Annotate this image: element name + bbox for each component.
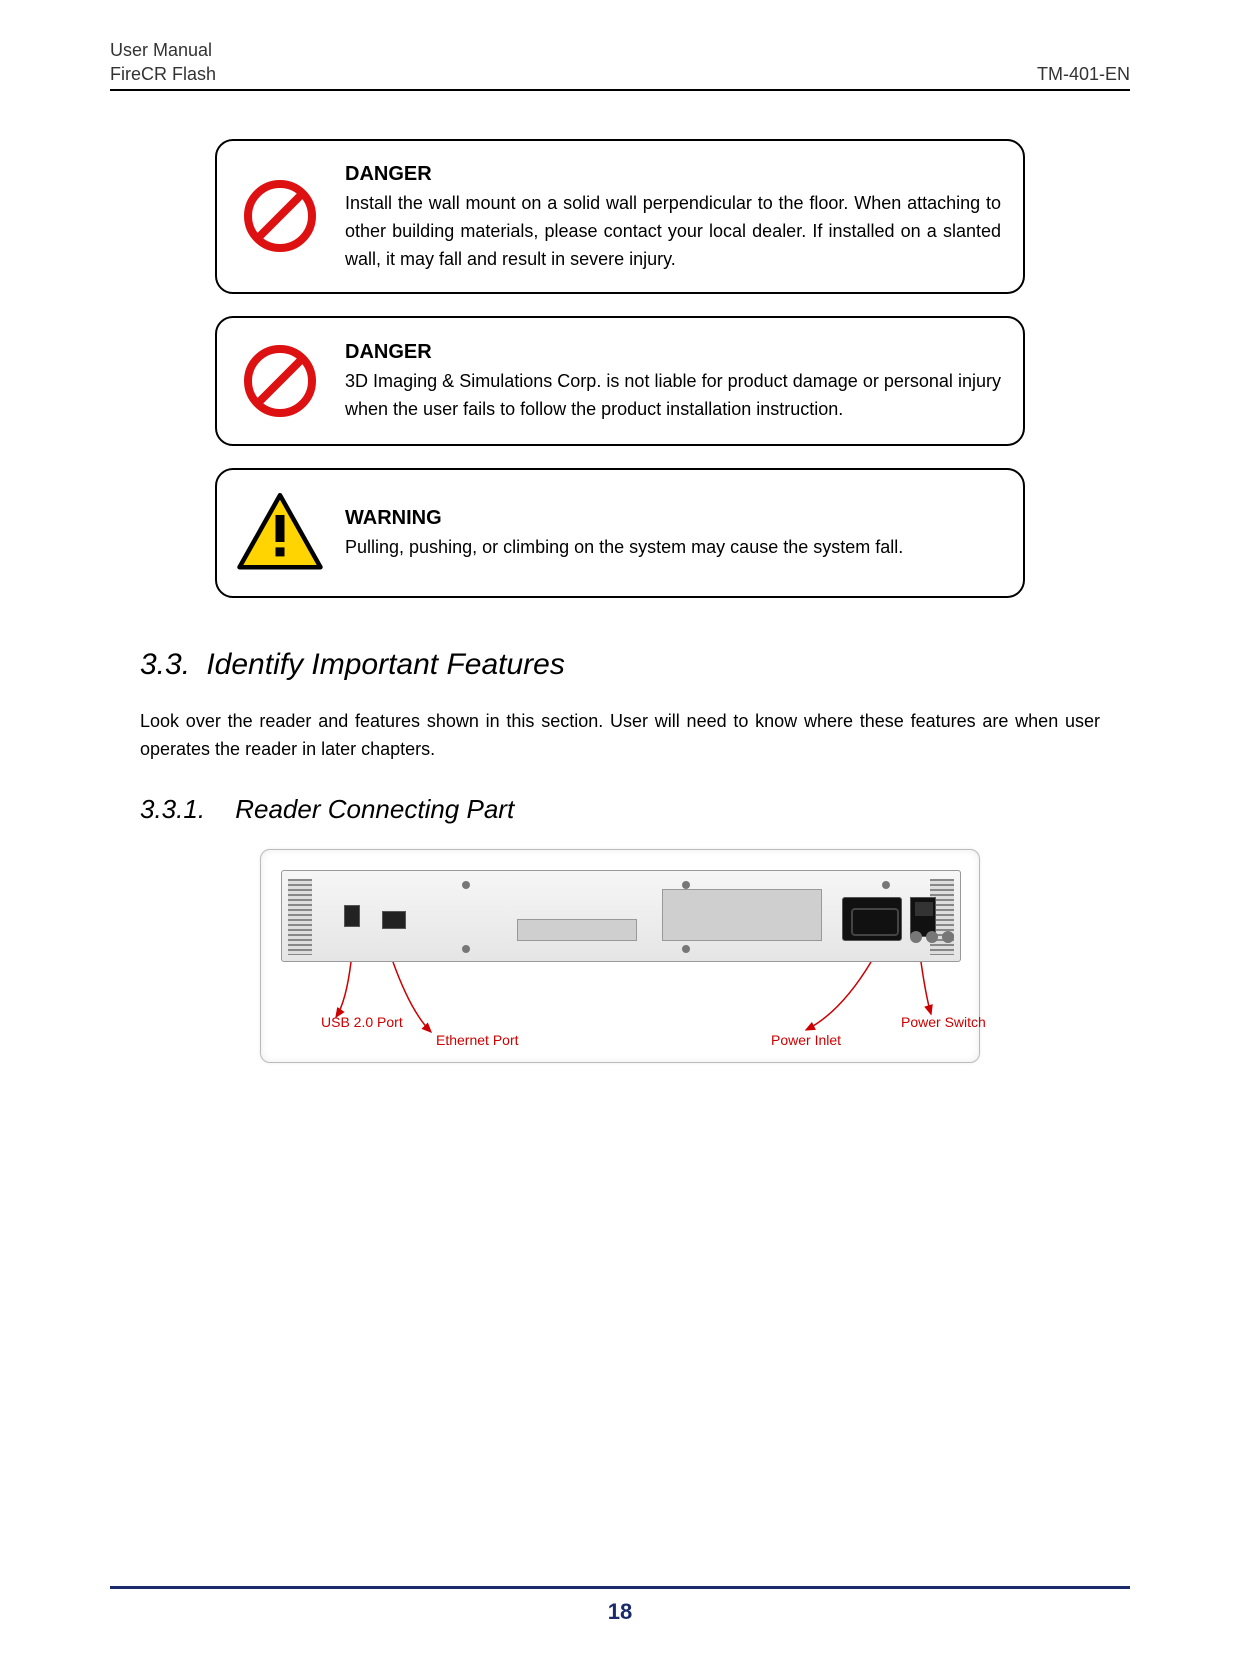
section-intro: Look over the reader and features shown …	[140, 707, 1100, 765]
page-footer: 18	[110, 1586, 1130, 1625]
danger-callout: DANGER Install the wall mount on a solid…	[215, 139, 1025, 294]
label-usb-port: USB 2.0 Port	[321, 1014, 403, 1030]
danger-callout: DANGER 3D Imaging & Simulations Corp. is…	[215, 316, 1025, 446]
danger-icon	[235, 171, 325, 261]
callout-text: Install the wall mount on a solid wall p…	[345, 193, 1001, 269]
subsection-number: 3.3.1.	[140, 794, 228, 825]
subsection-title: Reader Connecting Part	[235, 794, 514, 824]
label-power-switch: Power Switch	[901, 1014, 986, 1030]
callout-title: DANGER	[345, 159, 1001, 190]
section-title: Identify Important Features	[206, 648, 565, 681]
label-ethernet-port: Ethernet Port	[436, 1032, 519, 1048]
warning-callout: WARNING Pulling, pushing, or climbing on…	[215, 468, 1025, 598]
header-doccode: TM-401-EN	[1037, 64, 1130, 85]
callout-text: Pulling, pushing, or climbing on the sys…	[345, 537, 903, 557]
reader-back-panel-figure: USB 2.0 Port Ethernet Port Power Inlet P…	[260, 849, 980, 1063]
callout-text: 3D Imaging & Simulations Corp. is not li…	[345, 371, 1001, 419]
section-number: 3.3.	[140, 648, 198, 682]
device-back-panel	[281, 870, 961, 962]
header-title: User Manual	[110, 40, 1130, 61]
page-number: 18	[595, 1599, 645, 1625]
label-power-inlet: Power Inlet	[771, 1032, 841, 1048]
callout-title: DANGER	[345, 337, 1001, 368]
warning-icon	[235, 488, 325, 578]
section-heading: 3.3. Identify Important Features	[140, 648, 1100, 682]
callout-title: WARNING	[345, 503, 1001, 534]
subsection-heading: 3.3.1. Reader Connecting Part	[140, 794, 1100, 825]
header-product: FireCR Flash	[110, 64, 216, 85]
danger-icon	[235, 336, 325, 426]
